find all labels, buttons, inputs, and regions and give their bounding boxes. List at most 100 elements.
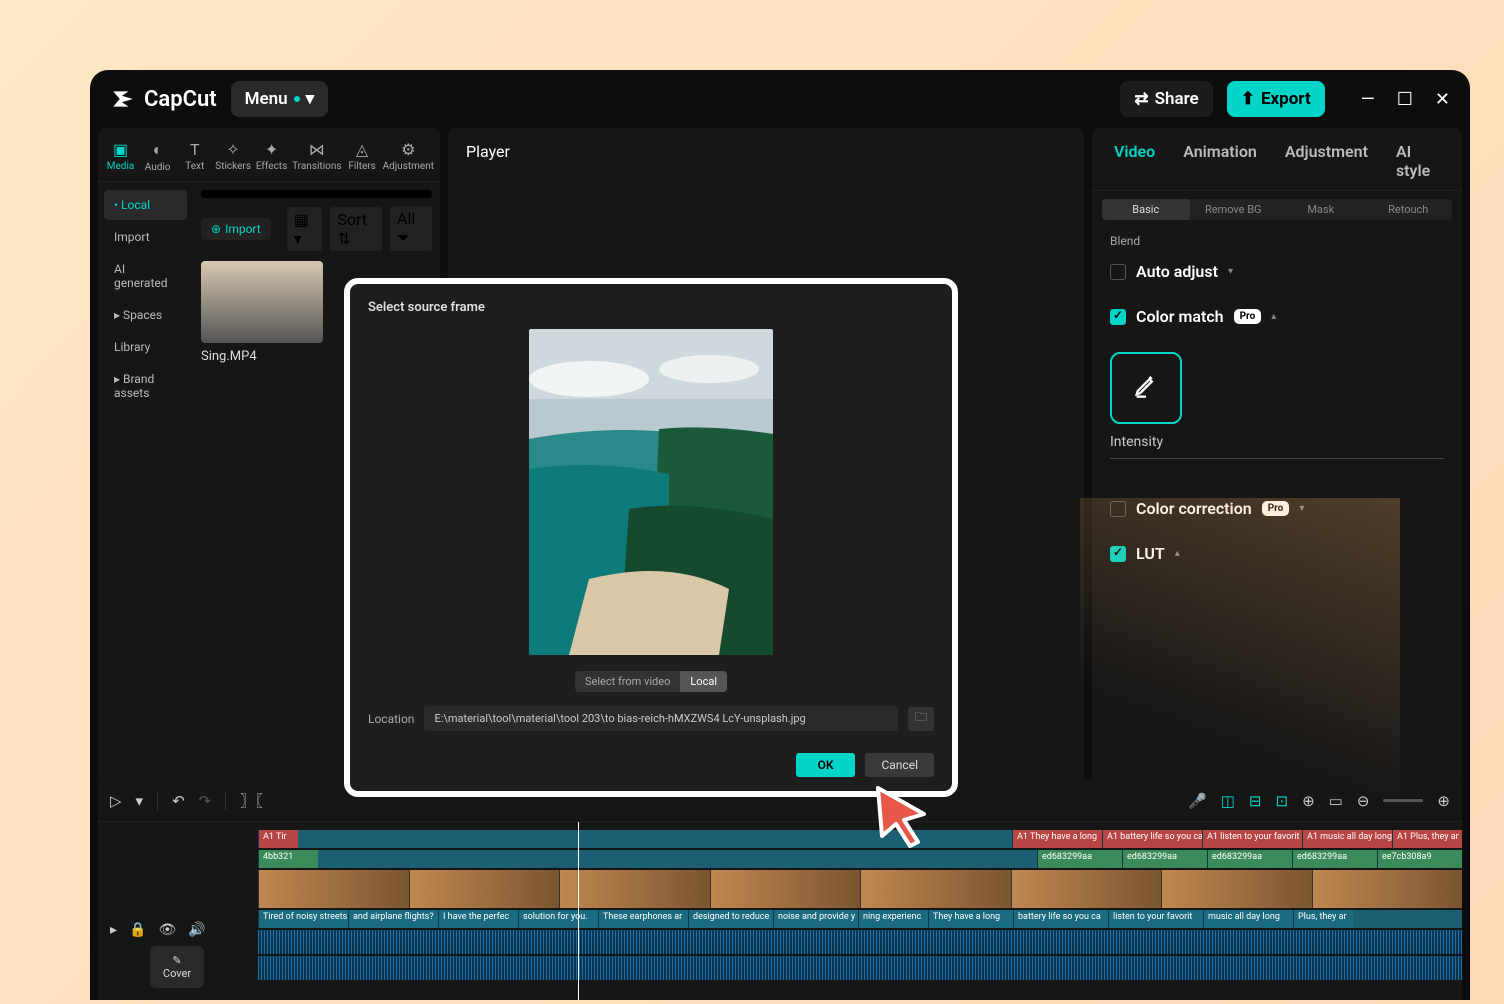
magnet-tool[interactable]: ⊕ — [1302, 792, 1315, 810]
timeline-tracks[interactable]: A1 Tir A1 They have a long A1 battery li… — [258, 822, 1462, 1000]
color-match-checkbox[interactable] — [1110, 309, 1126, 325]
caption-clip[interactable]: Tired of noisy streets — [258, 910, 348, 928]
tab-adjustment[interactable]: ⚙Adjustment — [381, 136, 436, 181]
track-tool[interactable]: ▭ — [1329, 792, 1343, 810]
video-track[interactable] — [258, 870, 1462, 908]
caption-clip[interactable]: solution for you. — [518, 910, 598, 928]
undo-button[interactable]: ↶ — [172, 792, 185, 810]
cancel-button[interactable]: Cancel — [865, 753, 934, 777]
filter-all[interactable]: All ⏷ — [390, 206, 432, 251]
caption-clip[interactable]: A1 listen to your favorit — [1202, 830, 1302, 848]
caption-clip[interactable]: listen to your favorit — [1108, 910, 1203, 928]
color-correction-row[interactable]: Color correction Pro ▾ — [1110, 499, 1444, 518]
mute-icon[interactable]: 🔊 — [188, 922, 205, 938]
tl-expand-icon[interactable]: ▸ — [110, 922, 117, 938]
color-match-row[interactable]: Color match Pro ▴ — [1110, 307, 1444, 326]
caption-clip[interactable]: 4bb321 — [258, 850, 318, 868]
mic-icon[interactable]: 🎤 — [1188, 792, 1207, 810]
select-from-video-tab[interactable]: Select from video — [575, 671, 680, 692]
caption-clip[interactable]: ed683299aa — [1122, 850, 1207, 868]
prop-tab-animation[interactable]: Animation — [1183, 142, 1257, 180]
snap-tool-1[interactable]: ◫ — [1221, 792, 1235, 810]
local-tab[interactable]: Local — [680, 671, 727, 692]
cover-button[interactable]: ✎ Cover — [150, 946, 204, 988]
share-button[interactable]: ⇄ Share — [1120, 81, 1212, 117]
ok-button[interactable]: OK — [796, 753, 856, 777]
tool-dropdown[interactable]: ▾ — [136, 792, 144, 810]
color-match-swatch[interactable] — [1110, 352, 1182, 424]
menu-button[interactable]: Menu ▾ — [231, 81, 329, 117]
caption-clip[interactable]: ee7cb308a9 — [1377, 850, 1462, 868]
zoom-out[interactable]: ⊖ — [1357, 792, 1370, 810]
caption-clip[interactable]: A1 battery life so you ca — [1102, 830, 1202, 848]
chevron-down-icon: ▾ — [306, 89, 315, 109]
color-correction-checkbox[interactable] — [1110, 501, 1126, 517]
minimize-button[interactable]: — — [1361, 89, 1375, 110]
prop-tab-video[interactable]: Video — [1114, 142, 1155, 180]
subtab-basic[interactable]: Basic — [1102, 199, 1190, 220]
tab-transitions[interactable]: ⋈Transitions — [290, 136, 343, 181]
snap-tool-3[interactable]: ⊡ — [1276, 792, 1289, 810]
eye-icon[interactable]: 👁 — [158, 922, 176, 938]
caption-clip[interactable]: battery life so you ca — [1013, 910, 1108, 928]
caption-clip[interactable]: A1 Plus, they ar — [1392, 830, 1462, 848]
caption-clip[interactable]: noise and provide y — [773, 910, 858, 928]
location-input[interactable] — [424, 706, 898, 731]
split-tool[interactable]: 〗〖 — [240, 790, 263, 811]
caption-clip[interactable]: ed683299aa — [1037, 850, 1122, 868]
sort-button[interactable]: Sort ⇅ — [330, 207, 382, 251]
source-local[interactable]: • Local — [104, 190, 187, 220]
redo-button[interactable]: ↷ — [199, 792, 212, 810]
zoom-in[interactable]: ⊕ — [1437, 792, 1450, 810]
subtab-mask[interactable]: Mask — [1277, 199, 1365, 220]
caption-clip[interactable]: ning experienc — [858, 910, 928, 928]
close-button[interactable]: ✕ — [1435, 89, 1450, 110]
caption-clip[interactable]: and airplane flights? — [348, 910, 438, 928]
subtab-removebg[interactable]: Remove BG — [1190, 199, 1278, 220]
maximize-button[interactable]: ☐ — [1397, 89, 1413, 110]
browse-folder-button[interactable]: 🗀 — [908, 707, 934, 731]
lut-row[interactable]: LUT ▴ — [1110, 544, 1444, 563]
tab-text[interactable]: TText — [176, 136, 213, 181]
caption-clip[interactable]: A1 music all day long — [1302, 830, 1392, 848]
caption-clip[interactable]: ed683299aa — [1207, 850, 1292, 868]
export-button[interactable]: ⬆ Export — [1227, 81, 1325, 117]
lock-icon[interactable]: 🔒 — [129, 922, 146, 938]
playhead[interactable] — [578, 822, 579, 1000]
select-tool[interactable]: ▷ — [110, 792, 122, 810]
import-button[interactable]: ⊕ Import — [201, 218, 271, 240]
caption-clip[interactable]: They have a long — [928, 910, 1013, 928]
tab-audio[interactable]: ◐Audio — [139, 136, 176, 181]
auto-adjust-checkbox[interactable] — [1110, 264, 1126, 280]
prop-tab-adjustment[interactable]: Adjustment — [1285, 142, 1368, 180]
subtab-retouch[interactable]: Retouch — [1365, 199, 1453, 220]
pencil-icon: ✎ — [172, 954, 181, 967]
view-toggle[interactable]: ▦ ▾ — [287, 207, 323, 251]
tab-filters[interactable]: ◬Filters — [344, 136, 381, 181]
source-brand[interactable]: ▸ Brand assets — [104, 364, 187, 408]
caption-clip[interactable]: Plus, they ar — [1293, 910, 1353, 928]
source-library[interactable]: Library — [104, 332, 187, 362]
audio-track[interactable] — [258, 956, 1462, 980]
caption-clip[interactable]: These earphones ar — [598, 910, 688, 928]
blend-label: Blend — [1110, 234, 1444, 248]
tab-stickers[interactable]: ✧Stickers — [213, 136, 253, 181]
caption-clip[interactable]: ed683299aa — [1292, 850, 1377, 868]
caption-clip[interactable]: A1 They have a long — [1012, 830, 1102, 848]
caption-clip[interactable]: designed to reduce — [688, 910, 773, 928]
tab-media[interactable]: ▣Media — [102, 136, 139, 181]
source-ai[interactable]: AI generated — [104, 254, 187, 298]
zoom-slider[interactable] — [1383, 799, 1423, 802]
tab-effects[interactable]: ✦Effects — [253, 136, 290, 181]
source-import[interactable]: Import — [104, 222, 187, 252]
caption-clip[interactable]: A1 Tir — [258, 830, 298, 848]
snap-tool-2[interactable]: ⊟ — [1249, 792, 1262, 810]
audio-track[interactable] — [258, 930, 1462, 954]
lut-checkbox[interactable] — [1110, 546, 1126, 562]
prop-tab-aistyle[interactable]: AI style — [1396, 142, 1440, 180]
media-thumbnail[interactable] — [201, 261, 323, 343]
auto-adjust-row[interactable]: Auto adjust ▾ — [1110, 262, 1444, 281]
caption-clip[interactable]: I have the perfec — [438, 910, 518, 928]
caption-clip[interactable]: music all day long — [1203, 910, 1293, 928]
source-spaces[interactable]: ▸ Spaces — [104, 300, 187, 330]
